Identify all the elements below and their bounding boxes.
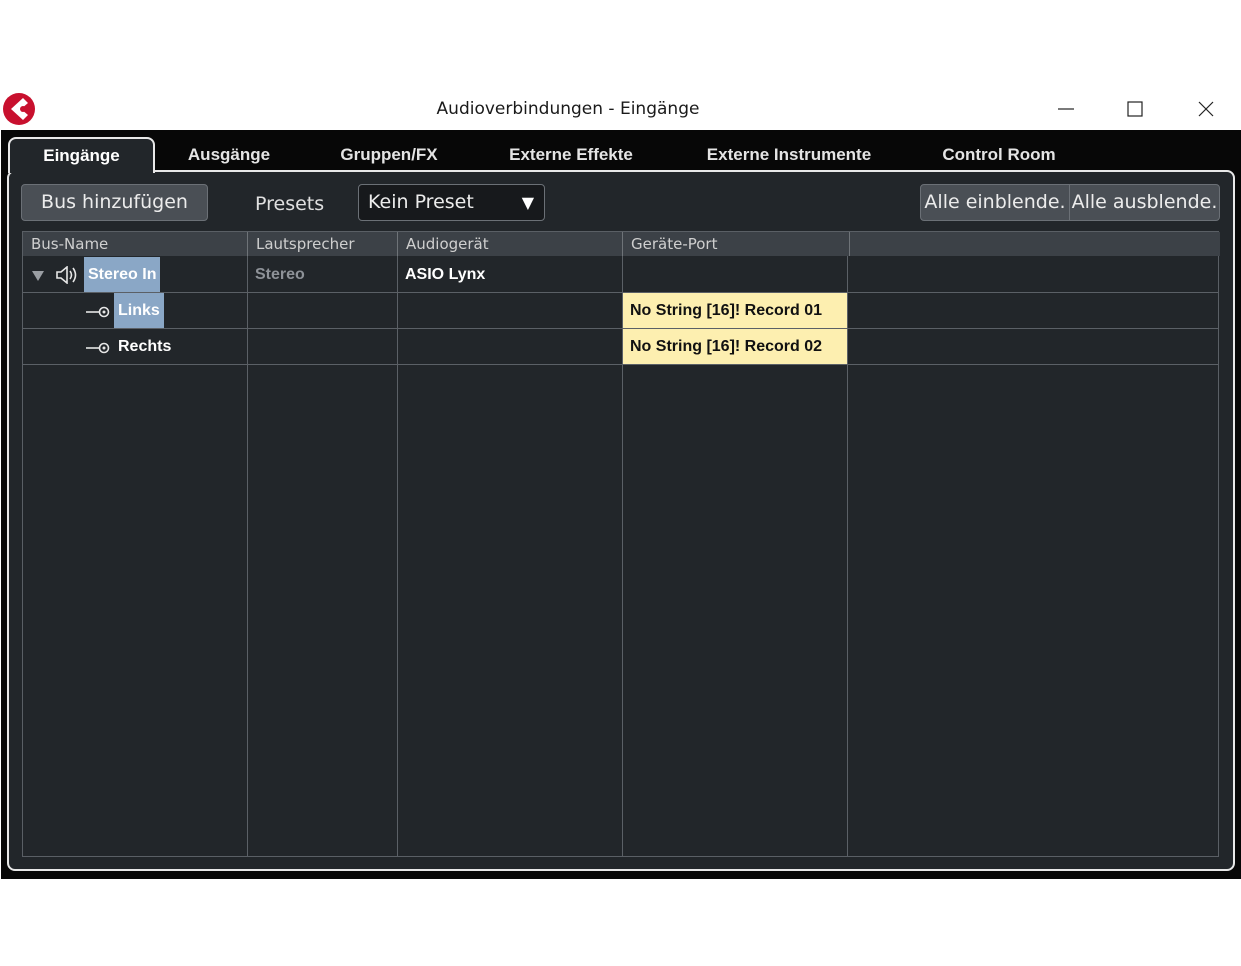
column-header-bus-name[interactable]: Bus-Name	[23, 232, 248, 256]
tab-control-room[interactable]: Control Room	[921, 144, 1077, 170]
maximize-button[interactable]	[1115, 92, 1155, 126]
preset-value: Kein Preset	[368, 191, 474, 213]
column-header-port[interactable]: Geräte-Port	[623, 232, 850, 256]
column-header-speaker[interactable]: Lautsprecher	[248, 232, 398, 256]
table-row[interactable]: Rechts No String [16]! Record 02	[23, 329, 1218, 365]
bus-name-cell[interactable]: Stereo In	[84, 257, 161, 292]
speaker-icon	[56, 266, 77, 284]
tab-eingaenge[interactable]: Eingänge	[8, 137, 155, 173]
port-cell[interactable]	[623, 257, 847, 292]
window-title: Audioverbindungen - Eingänge	[436, 99, 700, 119]
table-row[interactable]: Stereo In Stereo ASIO Lynx	[23, 257, 1218, 293]
tab-gruppen-fx[interactable]: Gruppen/FX	[317, 144, 461, 170]
table-header: Bus-Name Lautsprecher Audiogerät Geräte-…	[23, 232, 1220, 256]
channel-port-icon	[86, 306, 110, 318]
tab-ausgaenge[interactable]: Ausgänge	[161, 144, 297, 170]
close-button[interactable]	[1186, 92, 1226, 126]
table-row[interactable]: Links No String [16]! Record 01	[23, 293, 1218, 329]
channel-port-icon	[86, 342, 110, 354]
close-icon	[1198, 101, 1214, 117]
tab-externe-instrumente[interactable]: Externe Instrumente	[681, 144, 897, 170]
device-cell[interactable]: ASIO Lynx	[405, 257, 485, 292]
port-cell[interactable]: No String [16]! Record 01	[623, 293, 847, 328]
dropdown-arrow-icon: ▼	[521, 193, 534, 212]
minimize-button[interactable]	[1046, 92, 1086, 126]
minimize-icon	[1058, 108, 1074, 110]
preset-dropdown[interactable]: Kein Preset ▼	[358, 184, 545, 221]
port-cell[interactable]: No String [16]! Record 02	[623, 329, 847, 364]
expand-triangle-icon[interactable]	[31, 270, 45, 282]
title-bar: Audioverbindungen - Eingänge	[0, 88, 1241, 130]
add-bus-button[interactable]: Bus hinzufügen	[21, 184, 208, 221]
speaker-cell[interactable]: Stereo	[255, 257, 305, 292]
tab-bar: Eingänge Ausgänge Gruppen/FX Externe Eff…	[1, 130, 1241, 173]
presets-label: Presets	[255, 193, 325, 215]
column-header-device[interactable]: Audiogerät	[398, 232, 623, 256]
show-all-button[interactable]: Alle einblende.	[920, 184, 1070, 221]
bus-name-cell[interactable]: Rechts	[118, 329, 171, 364]
bus-name-cell[interactable]: Links	[114, 293, 164, 328]
hide-all-button[interactable]: Alle ausblende.	[1069, 184, 1220, 221]
tab-externe-effekte[interactable]: Externe Effekte	[485, 144, 657, 170]
bus-table: Bus-Name Lautsprecher Audiogerät Geräte-…	[22, 231, 1220, 857]
column-header-empty	[850, 232, 1218, 256]
maximize-icon	[1127, 101, 1143, 117]
